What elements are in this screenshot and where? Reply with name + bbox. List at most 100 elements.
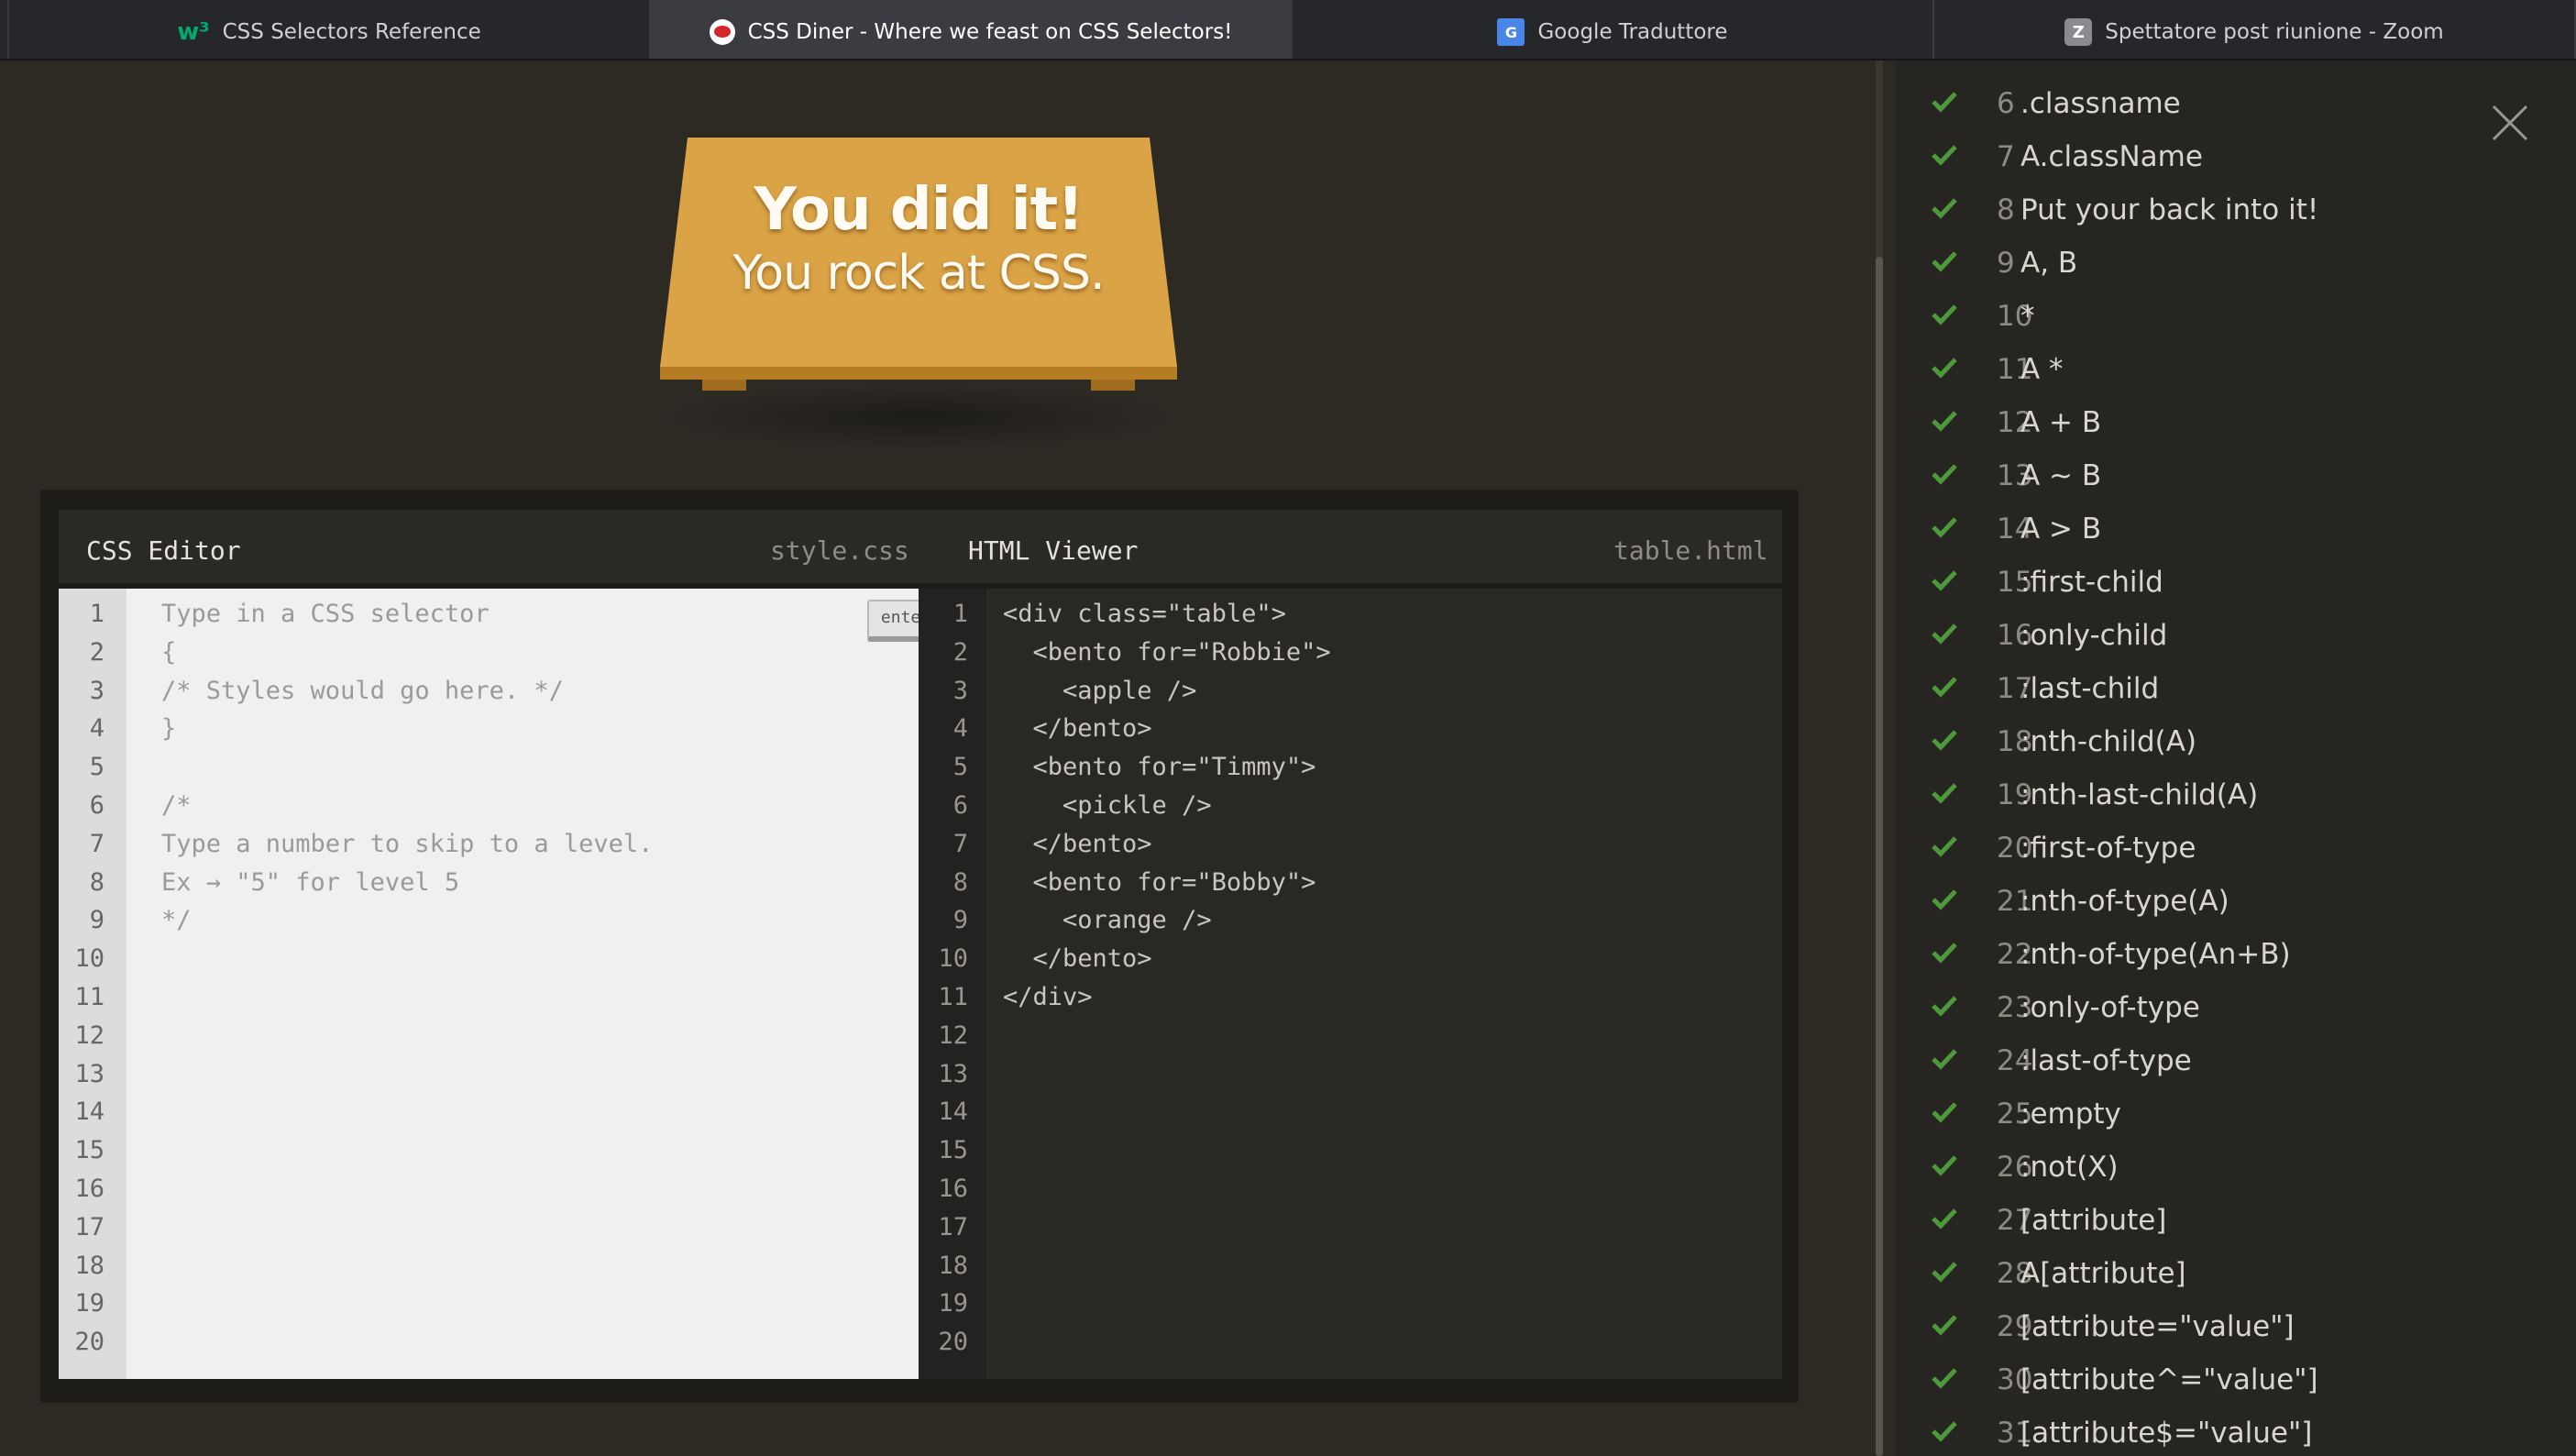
level-name: :nth-of-type(An+B) — [2020, 938, 2291, 971]
level-item[interactable]: 17:last-child — [1896, 662, 2576, 715]
editor-header: CSS Editor style.css HTML Viewer table.h… — [59, 510, 1782, 583]
level-list: 6 .classname 7 A.className 8 Put your back in… — [1896, 61, 2576, 1456]
tab-css-selectors-reference[interactable]: w³ CSS Selectors Reference — [7, 0, 651, 59]
level-item[interactable]: 13 A ~ B — [1896, 449, 2576, 502]
html-file-name: table.html — [1613, 535, 1768, 566]
level-name: :empty — [2020, 1098, 2121, 1131]
checkmark-icon — [1932, 1262, 1957, 1283]
level-name: :only-child — [2020, 619, 2168, 652]
html-code-line: <apple /> — [1003, 676, 1197, 705]
tab-google-traduttore[interactable]: G Google Traduttore — [1293, 0, 1934, 59]
checkmark-icon — [1932, 304, 1957, 325]
html-viewer-title: HTML Viewer — [968, 535, 1139, 566]
line-number: 2 — [952, 637, 968, 667]
line-number: 16 — [74, 1175, 105, 1203]
checkmark-icon — [1932, 464, 1957, 485]
level-name: A * — [2020, 353, 2064, 386]
level-item[interactable]: 24:last-of-type — [1896, 1034, 2576, 1087]
line-number: 18 — [938, 1251, 968, 1280]
css-code-line: /* — [161, 791, 192, 820]
line-number: 20 — [938, 1328, 968, 1357]
level-item[interactable]: 15:first-child — [1896, 556, 2576, 609]
level-name: :not(X) — [2020, 1151, 2119, 1184]
line-number: 16 — [938, 1175, 968, 1203]
css-code-line: } — [161, 714, 177, 744]
level-item[interactable]: 30 [attribute^="value"] — [1896, 1353, 2576, 1406]
level-name: :nth-last-child(A) — [2020, 778, 2259, 811]
level-item[interactable]: 11 A * — [1896, 343, 2576, 396]
level-name: A, B — [2020, 247, 2078, 280]
line-number: 4 — [89, 714, 105, 744]
tab-zoom[interactable]: Z Spettatore post riunione - Zoom — [1934, 0, 2576, 59]
level-item[interactable]: 7 A.className — [1896, 130, 2576, 183]
level-name: :last-child — [2020, 672, 2160, 705]
line-number: 9 — [952, 906, 968, 935]
css-code-line: { — [161, 637, 177, 667]
level-name: :first-child — [2020, 566, 2163, 599]
level-item[interactable]: 20:first-of-type — [1896, 822, 2576, 875]
line-number: 17 — [74, 1212, 105, 1241]
tab-label: Spettatore post riunione - Zoom — [2105, 20, 2444, 44]
checkmark-icon — [1932, 1421, 1957, 1442]
html-code-line: </bento> — [1003, 944, 1152, 974]
level-item[interactable]: 23:only-of-type — [1896, 981, 2576, 1034]
html-code-line: </div> — [1003, 983, 1093, 1011]
dining-table: You did it! You rock at CSS. — [660, 138, 1177, 391]
level-item[interactable]: 21:nth-of-type(A) — [1896, 875, 2576, 928]
level-item[interactable]: 26:not(X) — [1896, 1141, 2576, 1194]
checkmark-icon — [1932, 783, 1957, 804]
level-item[interactable]: 16:only-child — [1896, 609, 2576, 662]
level-item[interactable]: 12 A + B — [1896, 396, 2576, 449]
scrollbar-thumb[interactable] — [1876, 257, 1883, 1456]
line-number: 14 — [938, 1098, 968, 1127]
line-number: 4 — [952, 714, 968, 744]
html-code-line: <bento for="Bobby"> — [1003, 867, 1316, 897]
checkmark-icon — [1932, 677, 1957, 698]
level-item[interactable]: 10 * — [1896, 290, 2576, 343]
checkmark-icon — [1932, 411, 1957, 432]
level-item[interactable]: 22:nth-of-type(An+B) — [1896, 928, 2576, 981]
w3schools-icon: w³ — [177, 18, 210, 46]
checkmark-icon — [1932, 996, 1957, 1017]
css-editor-input[interactable]: 1 2 3 4 5 6 7 8 9 10 11 12 13 14 15 16 17 18 19 20 Type in … — [59, 589, 944, 1379]
level-name: * — [2020, 300, 2035, 333]
level-item[interactable]: 25:empty — [1896, 1087, 2576, 1141]
html-code-line: </bento> — [1003, 714, 1152, 744]
close-icon[interactable] — [2490, 103, 2530, 143]
css-code-line: */ — [161, 906, 192, 935]
checkmark-icon — [1932, 1102, 1957, 1123]
level-item[interactable]: 31 [attribute$="value"] — [1896, 1406, 2576, 1456]
level-name: .classname — [2020, 87, 2181, 120]
level-item[interactable]: 8 Put your back into it! — [1896, 183, 2576, 237]
line-number: 17 — [938, 1212, 968, 1241]
checkmark-icon — [1932, 1155, 1957, 1176]
html-viewer: 1 2 3 4 5 6 7 8 9 10 11 12 13 14 15 16 17 18 19 20 <div cla… — [919, 589, 1782, 1379]
line-number: 5 — [952, 753, 968, 782]
checkmark-icon — [1932, 145, 1957, 166]
line-number: 9 — [89, 906, 105, 935]
level-item[interactable]: 28 A[attribute] — [1896, 1247, 2576, 1300]
level-name: :last-of-type — [2020, 1044, 2192, 1077]
line-number: 3 — [952, 676, 968, 705]
html-code-line: <bento for="Robbie"> — [1003, 637, 1331, 667]
level-item[interactable]: 6 .classname — [1896, 77, 2576, 130]
line-number: 7 — [952, 829, 968, 858]
tab-label: Google Traduttore — [1537, 20, 1728, 44]
level-item[interactable]: 14 A > B — [1896, 502, 2576, 556]
html-code-line: <orange /> — [1003, 906, 1212, 935]
line-number: 14 — [74, 1098, 105, 1127]
level-item[interactable]: 27 [attribute] — [1896, 1194, 2576, 1247]
css-line-numbers: 1 2 3 4 5 6 7 8 9 10 11 12 13 14 15 16 17 18 19 20 — [59, 589, 127, 1379]
checkmark-icon — [1932, 517, 1957, 538]
checkmark-icon — [1932, 198, 1957, 219]
level-item[interactable]: 29 [attribute="value"] — [1896, 1300, 2576, 1353]
css-editor-title: CSS Editor — [86, 535, 241, 566]
level-item[interactable]: 18:nth-child(A) — [1896, 715, 2576, 768]
tab-css-diner[interactable]: CSS Diner - Where we feast on CSS Select… — [651, 0, 1293, 59]
level-item[interactable]: 9 A, B — [1896, 237, 2576, 290]
line-number: 11 — [74, 983, 105, 1011]
checkmark-icon — [1932, 1368, 1957, 1389]
level-name: :nth-of-type(A) — [2020, 885, 2229, 918]
level-item[interactable]: 19:nth-last-child(A) — [1896, 768, 2576, 822]
line-number: 12 — [938, 1020, 968, 1050]
